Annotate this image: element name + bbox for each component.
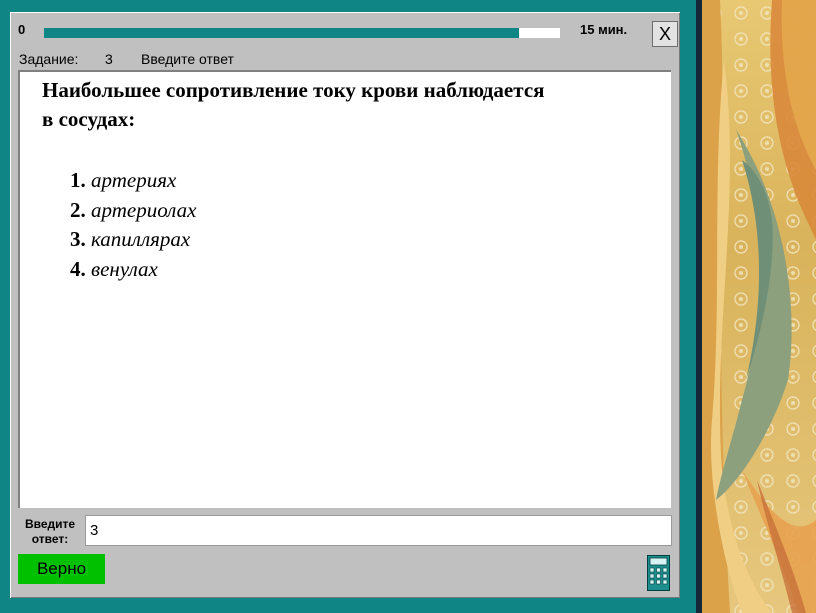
option-item: 1. артериях <box>70 166 196 196</box>
option-item: 3. капиллярах <box>70 225 196 255</box>
task-instruction: Введите ответ <box>141 51 234 67</box>
answer-options: 1. артериях 2. артериолах 3. капиллярах … <box>70 166 196 284</box>
result-badge: Верно <box>18 554 105 584</box>
answer-label-line: ответ: <box>31 532 69 546</box>
option-text: капиллярах <box>91 227 191 251</box>
task-label: Задание: <box>19 51 79 67</box>
option-number: 2. <box>70 197 86 222</box>
progress-start-label: 0 <box>18 22 26 37</box>
task-row: Задание: 3 Введите ответ <box>19 51 234 67</box>
option-number: 4. <box>70 256 86 281</box>
time-limit-label: 15 мин. <box>580 22 628 37</box>
question-panel: Наибольшее сопротивление току крови набл… <box>18 70 671 508</box>
option-text: венулах <box>91 256 158 281</box>
option-number: 3. <box>70 227 86 251</box>
progress-bar <box>44 28 560 38</box>
question-line: Наибольшее сопротивление току крови набл… <box>42 78 545 102</box>
option-text: артериях <box>91 168 177 192</box>
progress-bar-fill <box>44 28 519 38</box>
task-number: 3 <box>105 51 113 67</box>
answer-label-line: Введите <box>24 517 76 531</box>
answer-label: Введите ответ: <box>20 517 80 547</box>
decorative-fabric-image <box>702 0 816 613</box>
question-line: в сосудах: <box>42 107 136 131</box>
calculator-button[interactable] <box>647 555 670 591</box>
close-button[interactable]: X <box>652 21 678 47</box>
test-window: 0 15 мин. X Задание: 3 Введите ответ Наибо… <box>10 12 680 598</box>
option-text: артериолах <box>91 197 197 222</box>
decorative-background <box>702 0 816 613</box>
question-text: Наибольшее сопротивление току крови набл… <box>42 76 642 134</box>
close-icon: X <box>658 24 671 44</box>
calculator-icon <box>647 555 670 591</box>
answer-input[interactable] <box>85 515 672 546</box>
option-number: 1. <box>70 168 86 192</box>
option-item: 2. артериолах <box>70 196 196 226</box>
option-item: 4. венулах <box>70 255 196 285</box>
